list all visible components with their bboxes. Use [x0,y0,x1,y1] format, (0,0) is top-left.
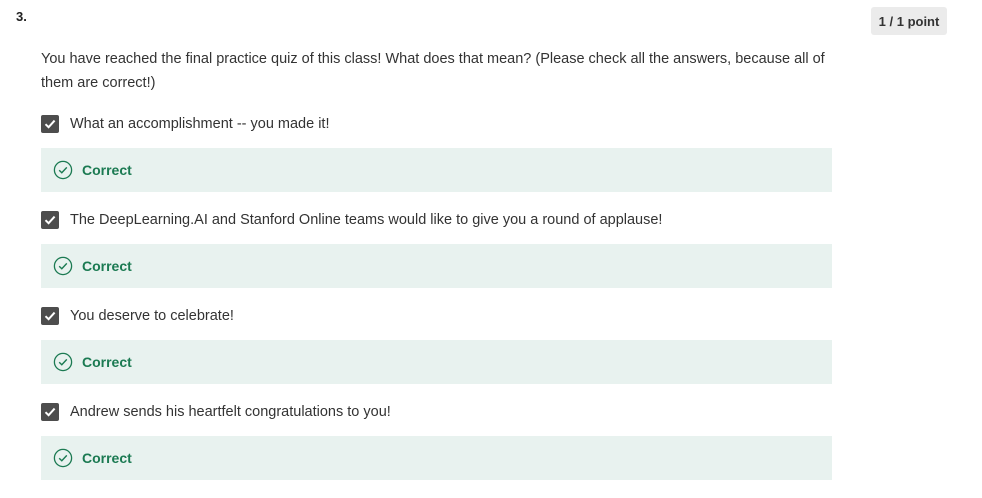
feedback-correct: Correct [41,340,832,384]
checkbox-checked[interactable] [41,307,59,325]
checkbox-checked[interactable] [41,115,59,133]
feedback-text: Correct [82,258,132,274]
checkmark-icon [44,119,56,129]
option-label: The DeepLearning.AI and Stanford Online … [70,212,663,228]
option-label: What an accomplishment -- you made it! [70,116,330,132]
answer-option[interactable]: Andrew sends his heartfelt congratulatio… [41,402,391,422]
checkmark-icon [44,215,56,225]
feedback-correct: Correct [41,148,832,192]
points-badge: 1 / 1 point [871,7,947,35]
check-circle-icon [53,448,73,468]
feedback-text: Correct [82,450,132,466]
checkmark-icon [44,311,56,321]
answer-option[interactable]: The DeepLearning.AI and Stanford Online … [41,210,662,230]
check-circle-icon [53,160,73,180]
option-label: You deserve to celebrate! [70,308,234,324]
checkbox-checked[interactable] [41,403,59,421]
check-circle-icon [53,352,73,372]
answer-option[interactable]: You deserve to celebrate! [41,306,234,326]
feedback-text: Correct [82,162,132,178]
feedback-correct: Correct [41,436,832,480]
feedback-correct: Correct [41,244,832,288]
question-number: 3. [16,9,27,24]
question-text: You have reached the final practice quiz… [41,51,825,91]
answer-option[interactable]: What an accomplishment -- you made it! [41,114,330,134]
checkbox-checked[interactable] [41,211,59,229]
option-label: Andrew sends his heartfelt congratulatio… [70,404,391,420]
checkmark-icon [44,407,56,417]
check-circle-icon [53,256,73,276]
feedback-text: Correct [82,354,132,370]
